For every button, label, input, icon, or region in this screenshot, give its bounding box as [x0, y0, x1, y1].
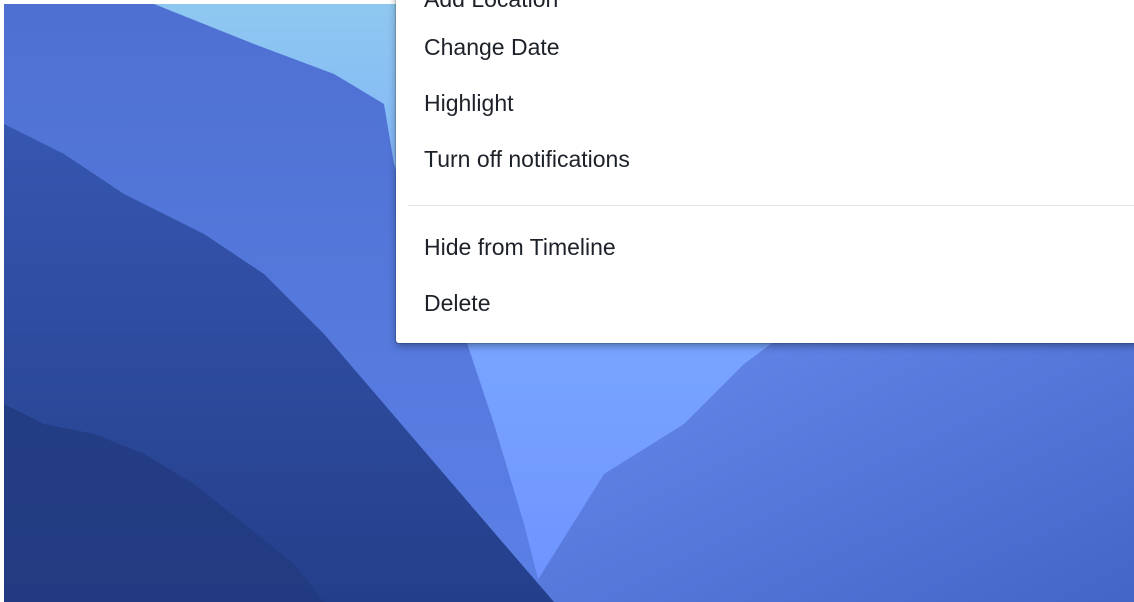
- post-options-menu: Add Location Change Date Highlight Turn …: [396, 0, 1134, 343]
- menu-item-turn-off-notifications[interactable]: Turn off notifications: [424, 144, 630, 174]
- menu-item-highlight[interactable]: Highlight: [424, 88, 514, 118]
- menu-item-change-date[interactable]: Change Date: [424, 32, 560, 62]
- menu-item-add-location[interactable]: Add Location: [424, 0, 558, 14]
- menu-item-delete[interactable]: Delete: [424, 288, 490, 318]
- screen: Add Location Change Date Highlight Turn …: [0, 0, 1134, 602]
- menu-item-hide-from-timeline[interactable]: Hide from Timeline: [424, 232, 616, 262]
- menu-divider: [408, 205, 1134, 206]
